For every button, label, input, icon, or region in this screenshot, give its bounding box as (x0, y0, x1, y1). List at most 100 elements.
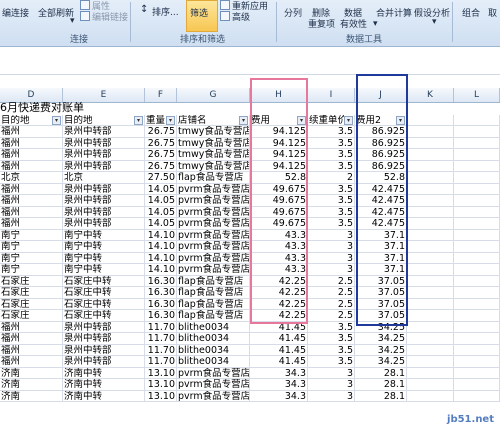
cell-e[interactable]: 石家庄中转 (63, 298, 145, 310)
cell-f[interactable]: 26.75 (145, 137, 177, 149)
cell-i[interactable]: 3 (308, 241, 355, 253)
cell-i[interactable]: 3.5 (308, 218, 355, 230)
consolidate-button[interactable]: 合并计算 (376, 6, 412, 19)
empty-cell[interactable] (454, 333, 500, 345)
empty-cell[interactable] (407, 229, 454, 241)
cell-e[interactable]: 南宁中转 (63, 241, 145, 253)
group-button[interactable]: 组合 (462, 6, 480, 19)
cell-j[interactable]: 34.25 (355, 344, 407, 356)
cell-f[interactable]: 27.50 (145, 172, 177, 184)
cell-i[interactable]: 3.5 (308, 137, 355, 149)
cell-d[interactable]: 北京 (0, 172, 63, 184)
header-cell-f[interactable]: 重量 ▾ (145, 114, 177, 126)
cell-i[interactable]: 2.5 (308, 298, 355, 310)
cell-f[interactable]: 11.70 (145, 356, 177, 368)
cell-f[interactable]: 14.05 (145, 206, 177, 218)
cell-f[interactable]: 11.70 (145, 321, 177, 333)
empty-cell[interactable] (454, 229, 500, 241)
header-cell-d[interactable]: 目的地 ▾ (0, 114, 63, 126)
refresh-all-button[interactable]: 全部刷新 (38, 6, 74, 19)
filter-dropdown-icon[interactable]: ▾ (166, 115, 175, 125)
cell-d[interactable]: 济南 (0, 379, 63, 391)
data-validation-button-line2[interactable]: 有效性 (340, 17, 367, 30)
cell-d[interactable]: 南宁 (0, 252, 63, 264)
data-validation-dropdown-icon[interactable]: ▾ (373, 19, 378, 29)
cell-d[interactable]: 福州 (0, 195, 63, 207)
empty-cell[interactable] (407, 172, 454, 184)
cell-d[interactable]: 南宁 (0, 241, 63, 253)
cell-i[interactable]: 3.5 (308, 333, 355, 345)
filter-button[interactable]: 筛选 (190, 6, 208, 19)
cell-d[interactable]: 福州 (0, 333, 63, 345)
cell-g[interactable]: flap食品专营店 (177, 287, 250, 299)
cell-d[interactable]: 石家庄 (0, 275, 63, 287)
cell-g[interactable]: pvrm食品专营店 (177, 390, 250, 402)
empty-cell[interactable] (454, 264, 500, 276)
cell-i[interactable]: 3.5 (308, 183, 355, 195)
cell-f[interactable]: 13.10 (145, 390, 177, 402)
column-header-l[interactable]: L (454, 88, 500, 102)
cell-g[interactable]: pvrm食品专营店 (177, 218, 250, 230)
empty-cell[interactable] (407, 149, 454, 161)
cell-i[interactable]: 3.5 (308, 206, 355, 218)
empty-cell[interactable] (454, 379, 500, 391)
cell-g[interactable]: pvrm食品专营店 (177, 379, 250, 391)
empty-cell[interactable] (454, 310, 500, 322)
cell-e[interactable]: 泉州中转部 (63, 160, 145, 172)
header-cell-e[interactable]: 目的地 ▾ (63, 114, 145, 126)
cell-g[interactable]: flap食品专营店 (177, 298, 250, 310)
cell-i[interactable]: 3 (308, 229, 355, 241)
cell-i[interactable]: 2 (308, 172, 355, 184)
empty-cell[interactable] (407, 390, 454, 402)
empty-cell[interactable] (454, 195, 500, 207)
cell-f[interactable]: 13.10 (145, 367, 177, 379)
empty-cell[interactable] (407, 310, 454, 322)
cell-g[interactable]: blithe0034 (177, 333, 250, 345)
cell-d[interactable]: 石家庄 (0, 310, 63, 322)
text-to-columns-button[interactable]: 分列 (284, 6, 302, 19)
empty-cell[interactable] (407, 275, 454, 287)
cell-e[interactable]: 济南中转 (63, 390, 145, 402)
empty-cell[interactable] (454, 206, 500, 218)
empty-cell[interactable] (407, 264, 454, 276)
cell-f[interactable]: 11.70 (145, 333, 177, 345)
cell-d[interactable]: 石家庄 (0, 298, 63, 310)
edit-links-partial-button[interactable]: 编连接 (2, 6, 29, 19)
cell-i[interactable]: 2.5 (308, 310, 355, 322)
column-header-d[interactable]: D (0, 88, 63, 102)
empty-cell[interactable] (454, 241, 500, 253)
empty-cell[interactable] (407, 356, 454, 368)
cell-d[interactable]: 福州 (0, 160, 63, 172)
cell-g[interactable]: pvrm食品专营店 (177, 183, 250, 195)
empty-cell[interactable] (407, 298, 454, 310)
cell-d[interactable]: 福州 (0, 356, 63, 368)
cell-e[interactable]: 泉州中转部 (63, 218, 145, 230)
cell-h[interactable]: 34.3 (250, 379, 308, 391)
empty-cell[interactable] (454, 287, 500, 299)
cell-g[interactable]: pvrm食品专营店 (177, 206, 250, 218)
cell-d[interactable]: 南宁 (0, 264, 63, 276)
filter-dropdown-icon[interactable]: ▾ (344, 115, 353, 125)
column-header-i[interactable]: I (308, 88, 355, 102)
empty-cell[interactable] (407, 367, 454, 379)
column-header-k[interactable]: K (407, 88, 454, 102)
empty-cell[interactable] (407, 114, 454, 126)
cell-i[interactable]: 3 (308, 367, 355, 379)
column-header-e[interactable]: E (63, 88, 145, 102)
cell-h[interactable]: 34.3 (250, 390, 308, 402)
cell-d[interactable]: 福州 (0, 137, 63, 149)
cell-i[interactable]: 3.5 (308, 149, 355, 161)
cell-f[interactable]: 16.30 (145, 287, 177, 299)
empty-cell[interactable] (454, 321, 500, 333)
empty-cell[interactable] (407, 333, 454, 345)
cell-g[interactable]: flap食品专营店 (177, 275, 250, 287)
empty-cell[interactable] (407, 160, 454, 172)
cell-g[interactable]: pvrm食品专营店 (177, 367, 250, 379)
empty-cell[interactable] (454, 126, 500, 138)
cell-e[interactable]: 泉州中转部 (63, 183, 145, 195)
empty-cell[interactable] (407, 126, 454, 138)
cell-g[interactable]: blithe0034 (177, 356, 250, 368)
cell-i[interactable]: 3 (308, 390, 355, 402)
advanced-button[interactable]: 高级 (232, 10, 250, 23)
empty-cell[interactable] (454, 172, 500, 184)
